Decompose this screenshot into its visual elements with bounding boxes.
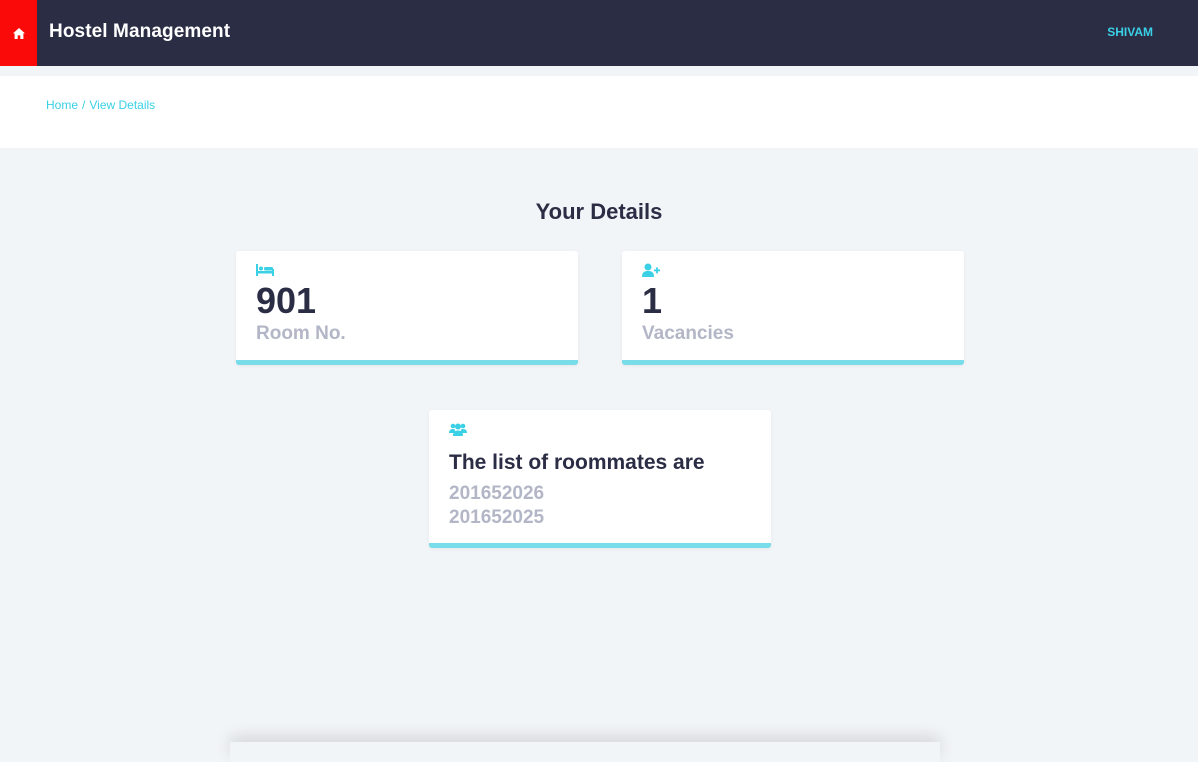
room-label: Room No. <box>256 323 346 344</box>
vacancies-card: 1 Vacancies <box>622 251 964 365</box>
app-title[interactable]: Hostel Management <box>49 21 230 43</box>
vacancies-count: 1 <box>642 280 663 321</box>
roommates-list: 201652026 201652025 <box>449 482 544 530</box>
page-title: Your Details <box>535 199 663 224</box>
room-number: 901 <box>256 280 317 321</box>
roommates-title: The list of roommates are <box>449 451 705 474</box>
bed-icon <box>256 264 274 276</box>
bottom-panel-edge <box>230 742 940 762</box>
roommates-card: The list of roommates are 201652026 2016… <box>429 410 771 548</box>
breadcrumb: Home / View Details <box>46 98 155 112</box>
list-item: 201652025 <box>449 507 545 528</box>
breadcrumb-bar: Home / View Details <box>0 76 1198 148</box>
user-plus-icon <box>642 263 660 277</box>
users-icon <box>449 423 467 436</box>
list-item: 201652026 <box>449 483 545 504</box>
top-navbar: Hostel Management SHIVAM <box>0 0 1198 66</box>
vacancies-label: Vacancies <box>642 323 734 344</box>
home-icon <box>12 27 25 39</box>
breadcrumb-separator: / <box>82 98 86 112</box>
user-menu[interactable]: SHIVAM <box>1107 25 1153 39</box>
breadcrumb-current[interactable]: View Details <box>89 98 155 112</box>
room-card: 901 Room No. <box>236 251 578 365</box>
home-button[interactable] <box>0 0 37 66</box>
breadcrumb-home[interactable]: Home <box>46 98 78 112</box>
